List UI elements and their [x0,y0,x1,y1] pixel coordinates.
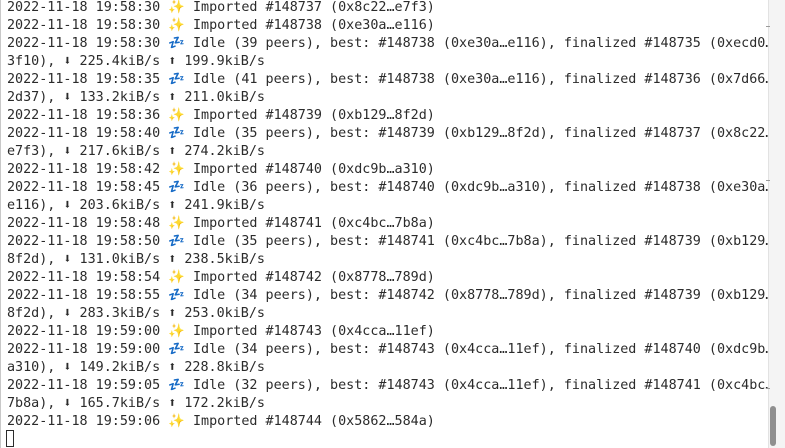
log-line: 2022-11-18 19:59:06 ✨ Imported #148744 (… [7,414,435,429]
split-edge-marker [766,388,770,389]
terminal-cursor [6,430,14,447]
log-line: 3f10), ⬇ 225.4kiB/s ⬆ 199.9kiB/s [7,54,265,69]
log-line: e7f3), ⬇ 217.6kiB/s ⬆ 274.2kiB/s [7,144,265,159]
log-line: 2022-11-18 19:58:55 💤 Idle (34 peers), b… [7,288,769,303]
log-line: 2022-11-18 19:59:00 ✨ Imported #148743 (… [7,324,435,339]
split-edge-marker [766,26,770,27]
log-line: 2d37), ⬇ 133.2kiB/s ⬆ 211.0kiB/s [7,90,265,105]
log-line: 2022-11-18 19:58:45 💤 Idle (36 peers), b… [7,180,769,195]
log-line: 2022-11-18 19:58:40 💤 Idle (35 peers), b… [7,126,769,141]
log-line: 2022-11-18 19:58:50 💤 Idle (35 peers), b… [7,234,769,249]
vertical-scrollbar[interactable] [768,0,785,448]
log-line: 2022-11-18 19:59:05 💤 Idle (32 peers), b… [7,378,769,393]
log-line: 2022-11-18 19:58:35 💤 Idle (41 peers), b… [7,72,769,87]
terminal-output[interactable]: 2022-11-18 19:58:30 ✨ Imported #148737 (… [0,0,769,448]
log-line: 7b8a), ⬇ 165.7kiB/s ⬆ 172.2kiB/s [7,396,265,411]
split-edge-marker [766,180,770,181]
log-line: 2022-11-18 19:59:00 💤 Idle (34 peers), b… [7,342,769,357]
log-line: 2022-11-18 19:58:54 ✨ Imported #148742 (… [7,270,435,285]
log-line: 2022-11-18 19:58:48 ✨ Imported #148741 (… [7,216,435,231]
log-line: 2022-11-18 19:58:30 ✨ Imported #148738 (… [7,18,435,33]
log-line: 2022-11-18 19:58:42 ✨ Imported #148740 (… [7,162,435,177]
log-line: a310), ⬇ 149.2kiB/s ⬆ 228.8kiB/s [7,360,265,375]
log-line: 2022-11-18 19:58:30 ✨ Imported #148737 (… [7,0,435,15]
scrollbar-thumb[interactable] [770,406,776,446]
log-line: 2022-11-18 19:58:36 ✨ Imported #148739 (… [7,108,435,123]
log-line: 8f2d), ⬇ 283.3kiB/s ⬆ 253.0kiB/s [7,306,265,321]
log-line: e116), ⬇ 203.6kiB/s ⬆ 241.9kiB/s [7,198,265,213]
log-line: 2022-11-18 19:58:30 💤 Idle (39 peers), b… [7,36,769,51]
log-line: 8f2d), ⬇ 131.0kiB/s ⬆ 238.5kiB/s [7,252,265,267]
